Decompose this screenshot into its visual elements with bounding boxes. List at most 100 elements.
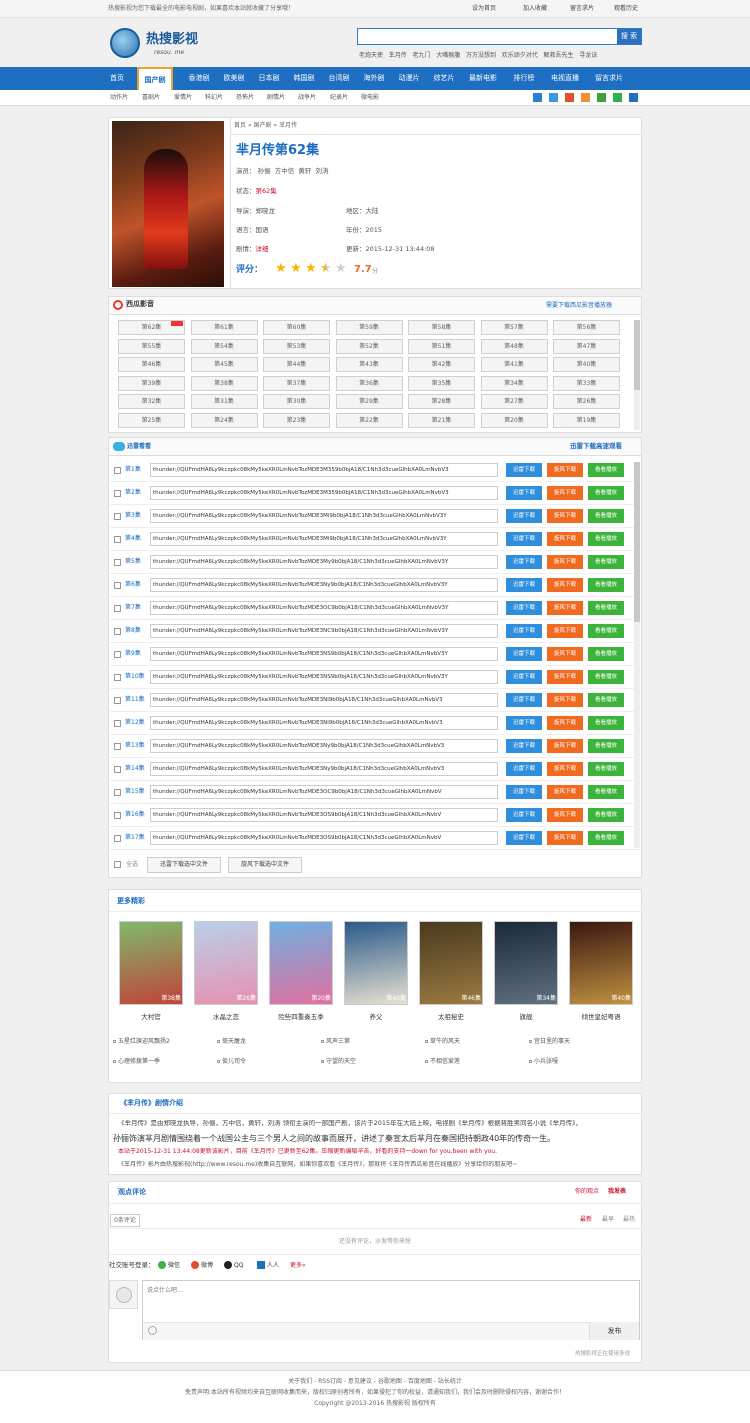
set-homepage-link[interactable]: 设为首页: [472, 5, 496, 12]
kankan-play-button[interactable]: 看看播放: [588, 532, 624, 546]
xunlei-download-button[interactable]: 迅雷下载: [506, 647, 542, 661]
thunder-url-field[interactable]: thunder://QUFmdHA6Ly9kczpkc08kMy5keXR0Lm…: [150, 739, 498, 753]
xunlei-download-button[interactable]: 迅雷下载: [506, 486, 542, 500]
xunlei-download-button[interactable]: 迅雷下载: [506, 831, 542, 845]
movie-poster[interactable]: [119, 921, 183, 1005]
site-logo[interactable]: 热搜影视 resou. me: [110, 26, 240, 62]
movie-card[interactable]: 第20集 险些四重奏五季: [267, 921, 335, 1027]
login-wechat[interactable]: 微信: [168, 1262, 180, 1269]
related-link[interactable]: 草牛的风天: [430, 1038, 460, 1045]
kankan-play-button[interactable]: 看看播放: [588, 739, 624, 753]
login-more[interactable]: 更多»: [290, 1262, 306, 1269]
comment-textarea[interactable]: [147, 1285, 635, 1319]
episode-checkbox[interactable]: [114, 605, 121, 612]
login-renren[interactable]: 人人: [267, 1262, 279, 1269]
episode-button[interactable]: 第52集: [335, 338, 403, 354]
episode-checkbox[interactable]: [114, 697, 121, 704]
share-wechat-icon[interactable]: [613, 93, 622, 102]
episode-button[interactable]: 第43集: [335, 357, 403, 372]
movie-poster[interactable]: [344, 921, 408, 1005]
xunlei-download-button[interactable]: 迅雷下载: [506, 716, 542, 730]
movie-poster[interactable]: [194, 921, 258, 1005]
movie-name[interactable]: 旗舰: [492, 1013, 560, 1022]
hot-keyword[interactable]: 解救吾先生: [544, 52, 574, 59]
movie-name[interactable]: 险些四重奏五季: [267, 1013, 335, 1022]
episode-button[interactable]: 第57集: [480, 320, 548, 335]
episode-button[interactable]: 第56集: [553, 320, 620, 335]
episode-checkbox[interactable]: [114, 651, 121, 658]
xunlei-download-button[interactable]: 迅雷下载: [506, 555, 542, 569]
episode-button[interactable]: 第33集: [553, 375, 620, 391]
kankan-play-button[interactable]: 看看播放: [588, 601, 624, 615]
episode-button[interactable]: 第61集: [190, 320, 258, 335]
movie-card[interactable]: 第40集 养父: [342, 921, 410, 1027]
kankan-play-button[interactable]: 看看播放: [588, 785, 624, 799]
rating-stars[interactable]: ★ ★ ★ ★ ★: [275, 262, 350, 277]
share-renren-icon[interactable]: [581, 93, 590, 102]
subnav-item[interactable]: 喜剧片: [142, 94, 160, 101]
episode-button[interactable]: 第58集: [408, 320, 475, 335]
movie-card[interactable]: 第46集 太祖秘史: [417, 921, 485, 1027]
kankan-play-button[interactable]: 看看播放: [588, 762, 624, 776]
xuanfeng-download-button[interactable]: 旋风下载: [547, 762, 583, 776]
login-qq[interactable]: QQ: [234, 1262, 243, 1269]
episode-button[interactable]: 第60集: [263, 320, 330, 335]
episode-button[interactable]: 第29集: [335, 394, 403, 409]
episode-button[interactable]: 第28集: [408, 394, 475, 409]
sort-newest[interactable]: 最新: [580, 1216, 592, 1223]
nav-item[interactable]: 韩国剧: [286, 67, 322, 90]
nav-item[interactable]: 留言求片: [588, 67, 630, 90]
thunder-url-field[interactable]: thunder://QUFmdHA6Ly9kczpkc08kMy5keXR0Lm…: [150, 578, 498, 592]
episode-checkbox[interactable]: [114, 812, 121, 819]
movie-name[interactable]: 倾世皇妃粤语: [567, 1013, 635, 1022]
episode-button[interactable]: 第32集: [118, 394, 185, 409]
kankan-play-button[interactable]: 看看播放: [588, 670, 624, 684]
movie-name[interactable]: 养父: [342, 1013, 410, 1022]
footer-links[interactable]: 关于我们 - RSS订阅 - 意见建议 - 谷歌地图 - 百度地图 - 站长统计: [0, 1378, 750, 1385]
episode-checkbox[interactable]: [114, 674, 121, 681]
xunlei-download-button[interactable]: 迅雷下载: [506, 762, 542, 776]
related-link[interactable]: 五星红旗迎风飘扬2: [118, 1038, 170, 1045]
xuanfeng-download-button[interactable]: 旋风下载: [547, 831, 583, 845]
publish-link[interactable]: 我发表: [608, 1188, 626, 1195]
episode-button[interactable]: 第36集: [335, 375, 403, 391]
kankan-play-button[interactable]: 看看播放: [588, 486, 624, 500]
nav-item[interactable]: 综艺片: [426, 67, 462, 90]
episode-button[interactable]: 第38集: [190, 375, 258, 391]
nav-item[interactable]: 欧美剧: [216, 67, 252, 90]
xunlei-download-tip[interactable]: 迅雷下载高速观看: [570, 442, 622, 451]
kankan-play-button[interactable]: 看看播放: [588, 463, 624, 477]
plot-link[interactable]: 详细: [256, 245, 269, 253]
episode-button[interactable]: 第22集: [335, 412, 403, 428]
xuanfeng-download-button[interactable]: 旋风下载: [547, 578, 583, 592]
episode-button[interactable]: 第46集: [118, 357, 185, 372]
select-all-checkbox[interactable]: [114, 861, 121, 868]
episode-button[interactable]: 第59集: [335, 320, 403, 335]
weibo-icon[interactable]: [191, 1261, 199, 1269]
xigua-scrollbar[interactable]: [634, 320, 640, 430]
episode-button[interactable]: 第53集: [263, 338, 330, 354]
thunder-url-field[interactable]: thunder://QUFmdHA6Ly9kczpkc08kMy5keXR0Lm…: [150, 601, 498, 615]
episode-button[interactable]: 第35集: [408, 375, 475, 391]
xunlei-download-button[interactable]: 迅雷下载: [506, 532, 542, 546]
subnav-item[interactable]: 微电影: [361, 94, 379, 101]
episode-checkbox[interactable]: [114, 789, 121, 796]
nav-item[interactable]: 台湾剧: [321, 67, 357, 90]
thunder-url-field[interactable]: thunder://QUFmdHA6Ly9kczpkc08kMy5keXR0Lm…: [150, 831, 498, 845]
subnav-item[interactable]: 科幻片: [205, 94, 223, 101]
episode-button[interactable]: 第54集: [190, 338, 258, 354]
thunder-url-field[interactable]: thunder://QUFmdHA6Ly9kczpkc08kMy5keXR0Lm…: [150, 693, 498, 707]
nav-item-active[interactable]: 国产剧: [137, 67, 173, 90]
subnav-item[interactable]: 恐怖片: [236, 94, 254, 101]
episode-button[interactable]: 第37集: [263, 375, 330, 391]
thunder-url-field[interactable]: thunder://QUFmdHA6Ly9kczpkc08kMy5keXR0Lm…: [150, 486, 498, 500]
xuanfeng-download-button[interactable]: 旋风下载: [547, 739, 583, 753]
kankan-play-button[interactable]: 看看播放: [588, 693, 624, 707]
crumb-home[interactable]: 首页: [234, 122, 246, 129]
kankan-play-button[interactable]: 看看播放: [588, 509, 624, 523]
episode-button[interactable]: 第42集: [408, 357, 475, 372]
hot-keyword[interactable]: 老九门: [413, 52, 431, 59]
movie-poster[interactable]: [494, 921, 558, 1005]
nav-item[interactable]: 香港剧: [181, 67, 217, 90]
xuanfeng-download-button[interactable]: 旋风下载: [547, 647, 583, 661]
